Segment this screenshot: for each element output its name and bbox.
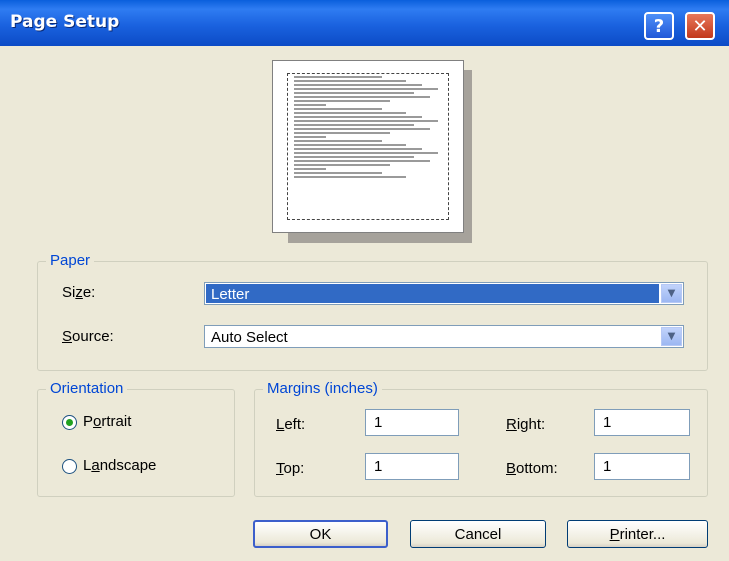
preview-text-line — [294, 120, 438, 122]
source-label: Source: — [62, 328, 114, 345]
size-select[interactable]: Letter ▼ — [204, 282, 684, 305]
preview-text-line — [294, 100, 390, 102]
preview-text-line — [294, 96, 430, 98]
preview-text-line — [294, 112, 406, 114]
help-icon: ? — [653, 15, 665, 37]
right-margin-input[interactable]: 1 — [594, 409, 690, 436]
preview-text-line — [294, 80, 406, 82]
top-margin-input[interactable]: 1 — [365, 453, 459, 480]
preview-text-line — [294, 124, 414, 126]
preview-text-line — [294, 164, 390, 166]
paper-legend: Paper — [46, 252, 95, 269]
preview-text-line — [294, 152, 438, 154]
preview-text-line — [294, 176, 406, 178]
right-margin-label: Right: — [506, 416, 546, 433]
title-bar[interactable]: Page Setup ? ✕ — [0, 0, 729, 46]
printer-button[interactable]: Printer... — [567, 520, 708, 548]
preview-text-line — [294, 148, 422, 150]
margins-legend: Margins (inches) — [263, 380, 382, 397]
orientation-legend: Orientation — [46, 380, 128, 397]
close-button[interactable]: ✕ — [685, 12, 715, 40]
ok-button[interactable]: OK — [253, 520, 388, 548]
preview-text-line — [294, 168, 326, 170]
preview-text-line — [294, 92, 414, 94]
source-select[interactable]: Auto Select ▼ — [204, 325, 684, 348]
chevron-down-icon[interactable]: ▼ — [661, 284, 682, 303]
margins-group: Margins (inches) — [254, 380, 708, 497]
preview-text-line — [294, 144, 406, 146]
size-selection-highlight — [206, 284, 659, 303]
page-preview — [272, 60, 464, 233]
preview-text-line — [294, 88, 438, 90]
chevron-down-icon[interactable]: ▼ — [661, 327, 682, 346]
preview-text-line — [294, 132, 390, 134]
page-setup-dialog: Page Setup ? ✕ Paper Size: Letter ▼ Sour… — [0, 0, 729, 561]
window-title: Page Setup — [10, 12, 120, 32]
preview-text-line — [294, 136, 326, 138]
preview-text-line — [294, 140, 382, 142]
top-margin-label: Top: — [276, 460, 305, 477]
source-select-value: Auto Select — [211, 329, 288, 346]
preview-text-line — [294, 108, 382, 110]
preview-text-line — [294, 116, 422, 118]
landscape-label[interactable]: Landscape — [83, 457, 156, 474]
preview-text-line — [294, 128, 430, 130]
preview-text-line — [294, 160, 430, 162]
preview-text-line — [294, 172, 382, 174]
radio-selected-dot — [66, 419, 73, 426]
portrait-label[interactable]: Portrait — [83, 413, 131, 430]
bottom-margin-input[interactable]: 1 — [594, 453, 690, 480]
landscape-radio[interactable] — [62, 459, 77, 474]
preview-text-line — [294, 156, 414, 158]
preview-margin-box — [287, 73, 449, 220]
preview-text-line — [294, 104, 326, 106]
help-button[interactable]: ? — [644, 12, 674, 40]
portrait-radio[interactable] — [62, 415, 77, 430]
bottom-margin-label: Bottom: — [506, 460, 558, 477]
close-icon: ✕ — [692, 15, 708, 37]
preview-text-line — [294, 76, 382, 78]
orientation-group: Orientation — [37, 380, 235, 497]
paper-group: Paper — [37, 252, 708, 371]
left-margin-input[interactable]: 1 — [365, 409, 459, 436]
left-margin-label: Left: — [276, 416, 306, 433]
size-label: Size: — [62, 284, 96, 301]
preview-text-line — [294, 84, 422, 86]
size-select-value: Letter — [211, 286, 250, 303]
cancel-button[interactable]: Cancel — [410, 520, 546, 548]
